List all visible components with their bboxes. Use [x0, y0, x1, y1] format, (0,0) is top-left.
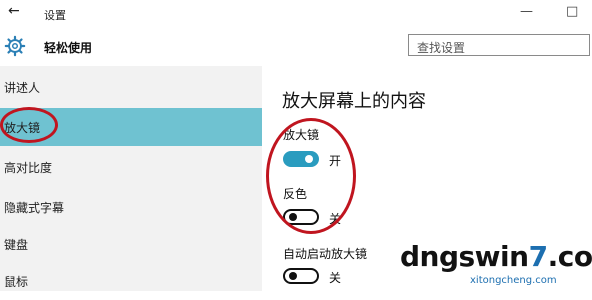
- sidebar: 讲述人 放大镜 高对比度 隐藏式字幕 键盘 鼠标: [0, 66, 262, 291]
- search-placeholder: 查找设置: [417, 41, 466, 55]
- gear-icon: [4, 35, 26, 57]
- maximize-button[interactable]: □: [566, 4, 578, 19]
- window-title: 设置: [44, 9, 66, 22]
- watermark-text-b: 7: [528, 240, 548, 273]
- annotation-ring-sidebar: [0, 107, 58, 143]
- annotation-ring-settings: [266, 118, 356, 234]
- sidebar-item-label: 隐藏式字幕: [4, 201, 65, 215]
- sidebar-item-closed-captions[interactable]: 隐藏式字幕: [0, 188, 262, 226]
- sidebar-item-label: 键盘: [4, 238, 29, 252]
- search-input[interactable]: 查找设置: [408, 34, 590, 56]
- sidebar-item-keyboard[interactable]: 键盘: [0, 225, 262, 263]
- page-title: 放大屏幕上的内容: [282, 91, 426, 112]
- sidebar-item-label: 高对比度: [4, 161, 53, 175]
- watermark: dngswin7.com: [400, 240, 592, 273]
- toggle-knob: [289, 272, 297, 280]
- watermark-text-a: dngswin: [400, 240, 529, 273]
- section-title: 轻松使用: [44, 41, 93, 55]
- sidebar-item-label: 鼠标: [4, 275, 29, 289]
- sidebar-item-narrator[interactable]: 讲述人: [0, 68, 262, 106]
- title-bar: ← 设置 — □: [0, 0, 592, 28]
- watermark-subtext: xitongcheng.com: [470, 275, 557, 286]
- auto-start-state: 关: [329, 271, 342, 285]
- minimize-button[interactable]: —: [520, 4, 533, 19]
- back-arrow-icon[interactable]: ←: [8, 3, 20, 19]
- sidebar-item-mouse[interactable]: 鼠标: [0, 262, 262, 300]
- sidebar-item-label: 讲述人: [4, 81, 41, 95]
- sidebar-item-high-contrast[interactable]: 高对比度: [0, 148, 262, 186]
- auto-start-label: 自动启动放大镜: [283, 247, 368, 261]
- auto-start-toggle[interactable]: [283, 268, 319, 284]
- watermark-text-c: .com: [547, 240, 592, 273]
